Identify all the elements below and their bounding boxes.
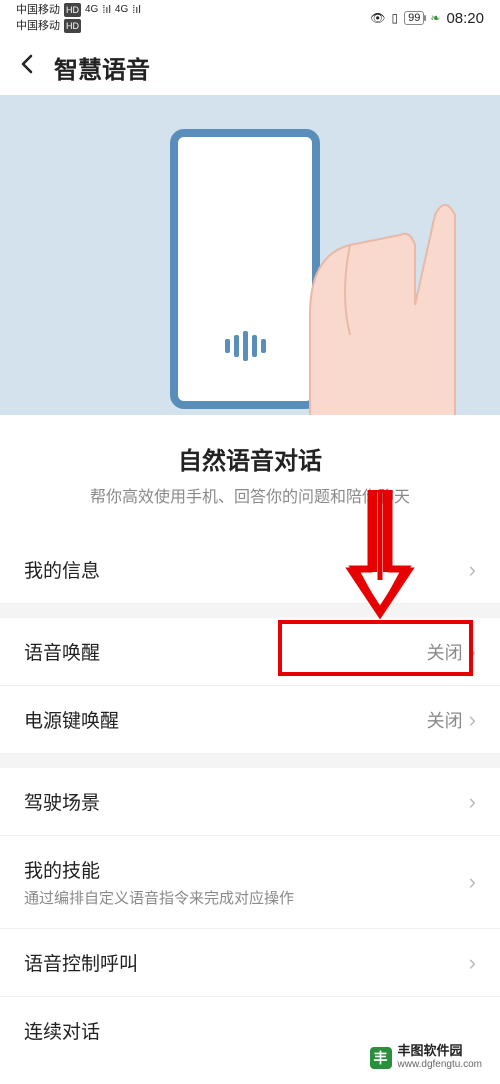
leaf-icon: ❧ xyxy=(430,11,440,25)
section-subtitle: 帮你高效使用手机、回答你的问题和陪你聊天 xyxy=(0,486,500,510)
row-driving-mode[interactable]: 驾驶场景 › xyxy=(0,768,500,836)
row-label: 电源键唤醒 xyxy=(24,706,119,733)
status-right: 👁 ▯ 99 ❧ 08:20 xyxy=(370,10,484,27)
group-divider xyxy=(0,754,500,768)
group-divider xyxy=(0,604,500,618)
carrier-1: 中国移动 xyxy=(16,3,60,17)
back-button[interactable] xyxy=(16,52,46,83)
signal-4g-2: 4G xyxy=(115,3,128,17)
row-label: 语音唤醒 xyxy=(24,638,100,665)
row-voice-call-control[interactable]: 语音控制呼叫 › xyxy=(0,929,500,997)
hero-illustration xyxy=(0,95,500,415)
page-header: 智慧语音 xyxy=(0,36,500,95)
row-label: 连续对话 xyxy=(24,1017,100,1044)
row-my-info[interactable]: 我的信息 › xyxy=(0,536,500,604)
hd-badge-1: HD xyxy=(64,3,81,17)
row-desc: 通过编排自定义语音指令来完成对应操作 xyxy=(24,887,294,908)
carrier-2: 中国移动 xyxy=(16,19,60,33)
battery-icon: 99 xyxy=(404,11,424,25)
row-my-skills[interactable]: 我的技能 通过编排自定义语音指令来完成对应操作 › xyxy=(0,836,500,929)
row-label: 语音控制呼叫 xyxy=(24,949,138,976)
row-value: 关闭 xyxy=(427,707,463,733)
signal-4g-1: 4G xyxy=(85,3,98,17)
status-bar: 中国移动 HD 4G ⁞ıl 4G ⁞ıl 中国移动 HD 👁 ▯ 99 ❧ 0… xyxy=(0,0,500,36)
arrow-left-icon xyxy=(16,52,40,76)
row-label: 我的信息 xyxy=(24,556,100,583)
chevron-right-icon: › xyxy=(469,639,476,665)
clock: 08:20 xyxy=(446,10,484,27)
vibrate-icon: ▯ xyxy=(392,11,399,25)
chevron-right-icon: › xyxy=(469,950,476,976)
chevron-right-icon: › xyxy=(469,789,476,815)
row-voice-wake[interactable]: 语音唤醒 关闭 › xyxy=(0,618,500,686)
section-title: 自然语音对话 xyxy=(0,441,500,476)
row-label: 驾驶场景 xyxy=(24,788,100,815)
eye-icon: 👁 xyxy=(370,11,385,25)
signal-bars-icon-2: ⁞ıl xyxy=(132,3,141,17)
hand-illustration xyxy=(250,135,500,415)
chevron-right-icon: › xyxy=(469,557,476,583)
watermark-logo-icon: 丰 xyxy=(370,1047,392,1069)
chevron-right-icon: › xyxy=(469,869,476,895)
row-value: 关闭 xyxy=(427,639,463,665)
row-power-wake[interactable]: 电源键唤醒 关闭 › xyxy=(0,686,500,754)
watermark-name: 丰图软件园 xyxy=(398,1044,483,1058)
watermark-url: www.dgfengtu.com xyxy=(398,1058,483,1072)
status-left: 中国移动 HD 4G ⁞ıl 4G ⁞ıl 中国移动 HD xyxy=(16,3,141,33)
hd-badge-2: HD xyxy=(64,19,81,33)
chevron-right-icon: › xyxy=(469,707,476,733)
watermark: 丰 丰图软件园 www.dgfengtu.com xyxy=(362,1040,491,1076)
row-label: 我的技能 xyxy=(24,856,294,883)
signal-bars-icon-1: ⁞ıl xyxy=(102,3,111,17)
page-title: 智慧语音 xyxy=(54,50,150,85)
